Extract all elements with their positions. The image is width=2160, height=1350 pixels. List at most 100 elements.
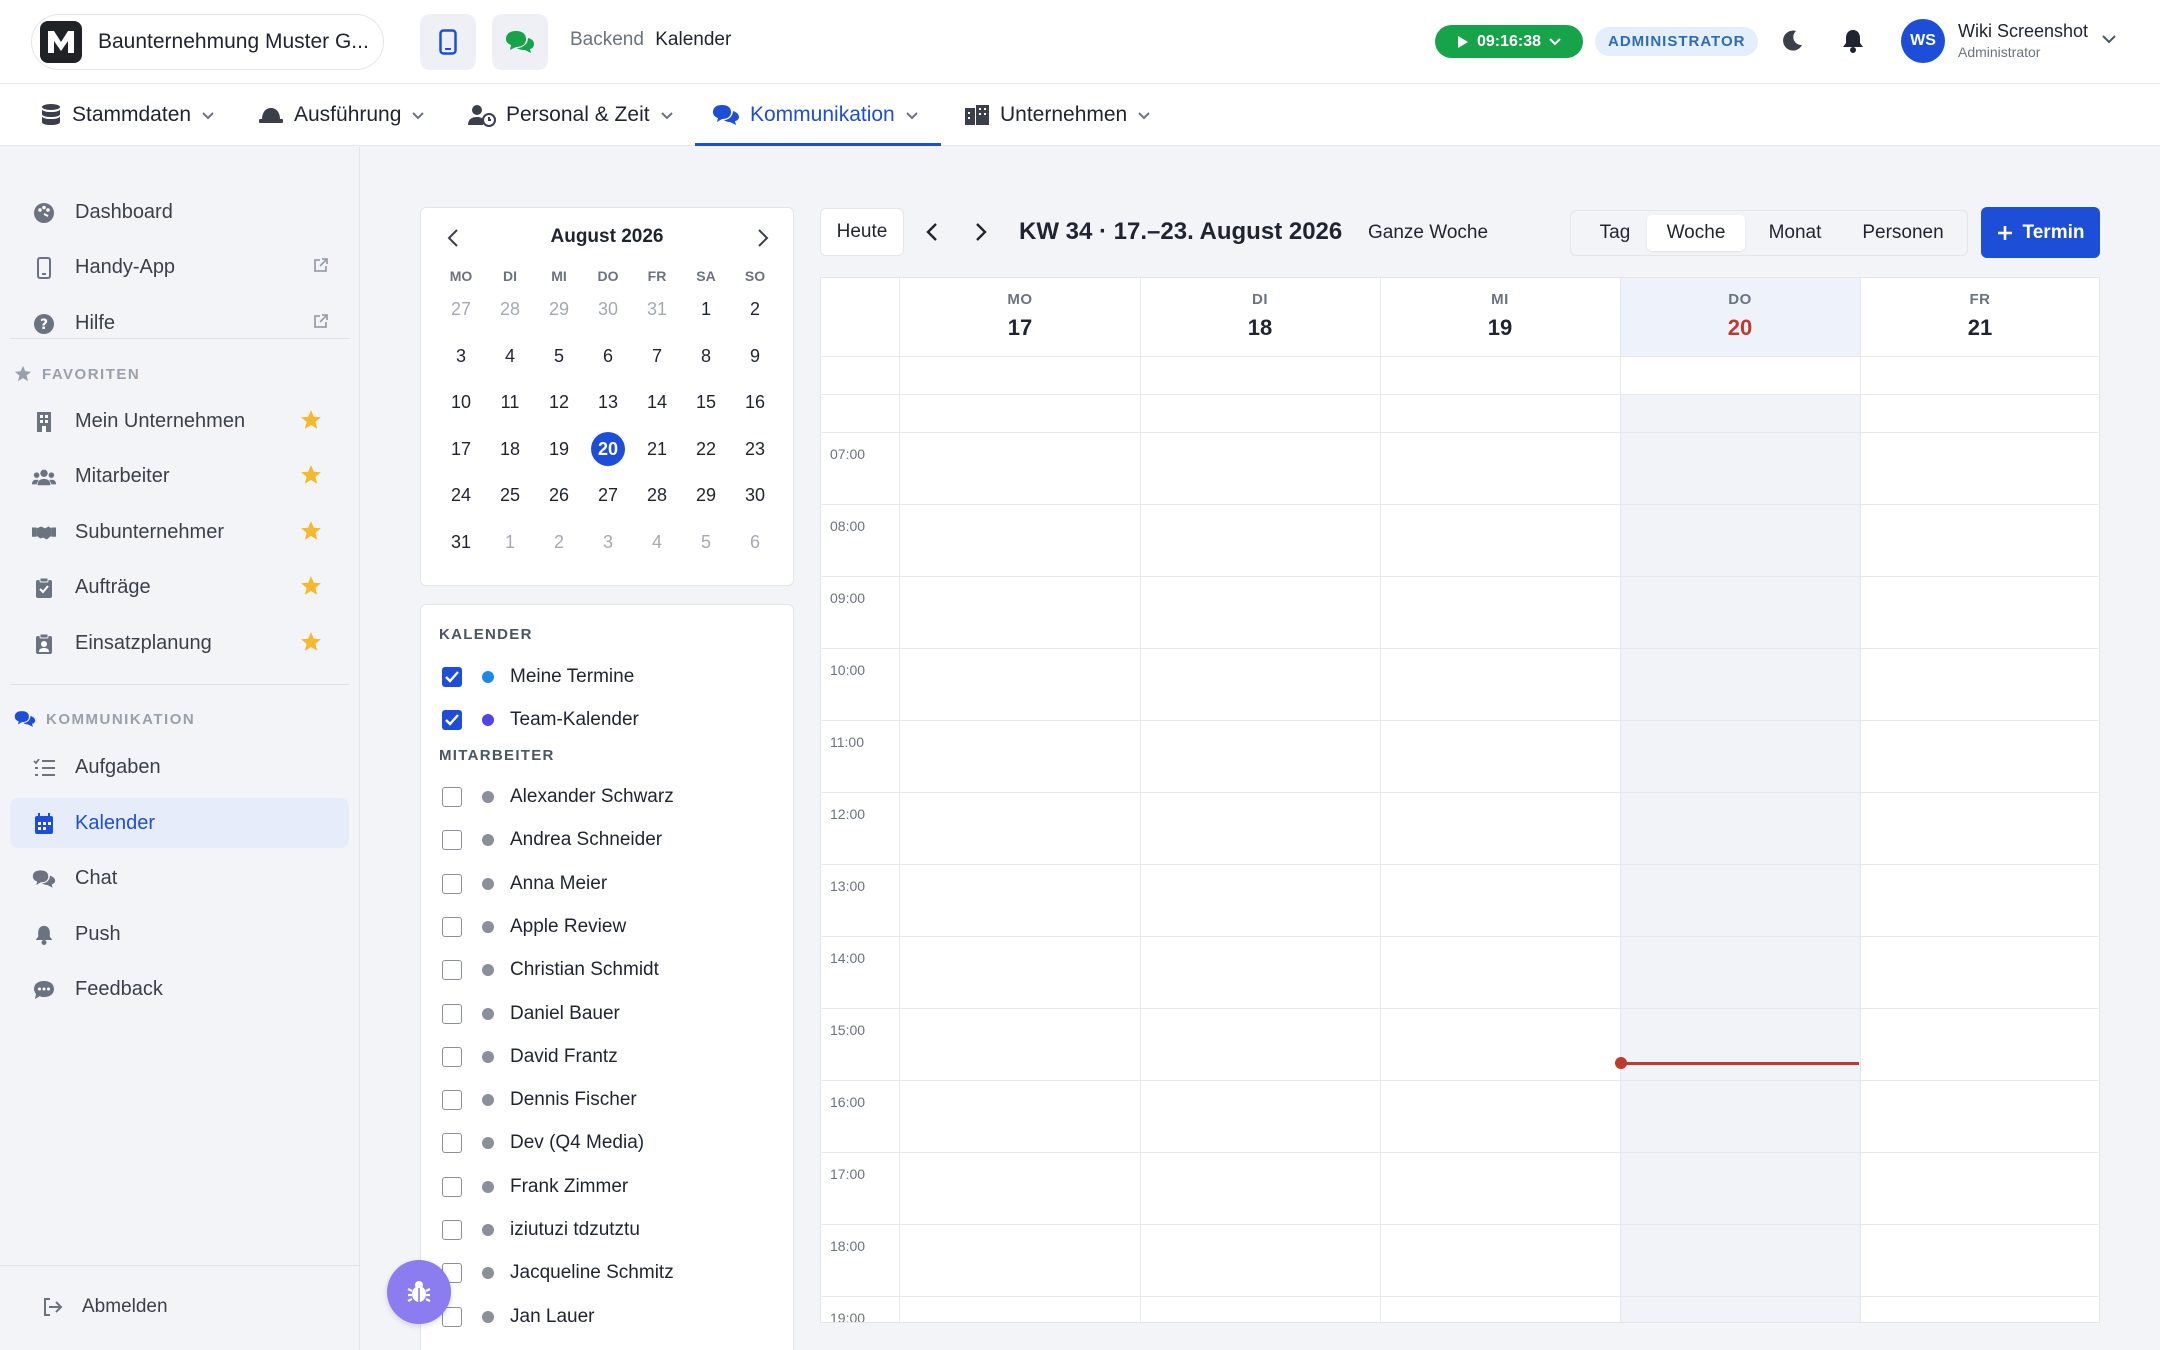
sidebar-item-push[interactable]: Push (10, 909, 349, 959)
mobile-app-button[interactable] (420, 14, 476, 70)
checkbox[interactable] (442, 1004, 462, 1024)
calendar-day[interactable]: 29 (539, 292, 579, 326)
checkbox[interactable] (442, 874, 462, 894)
calendar-day[interactable]: 9 (735, 339, 775, 373)
calendar-day[interactable]: 4 (637, 525, 677, 559)
employee-item[interactable]: Alexander Schwarz (442, 782, 674, 812)
calendar-day[interactable]: 14 (637, 385, 677, 419)
nav-personal-zeit[interactable]: Personal & Zeit (468, 84, 674, 146)
star-icon[interactable] (300, 575, 322, 597)
checkbox[interactable] (442, 1220, 462, 1240)
employee-item[interactable]: Dennis Fischer (442, 1085, 637, 1115)
calendar-item-meine-termine[interactable]: Meine Termine (442, 662, 634, 692)
calendar-day[interactable]: 1 (490, 525, 530, 559)
sidebar-item-feedback[interactable]: Feedback (10, 964, 349, 1014)
calendar-day[interactable]: 15 (686, 385, 726, 419)
employee-item[interactable]: Anna Meier (442, 869, 607, 899)
sidebar-item-mitarbeiter[interactable]: Mitarbeiter (10, 451, 349, 501)
checkbox[interactable] (442, 917, 462, 937)
logout-button[interactable]: Abmelden (42, 1296, 168, 1318)
calendar-day[interactable]: 31 (637, 292, 677, 326)
calendar-day[interactable]: 30 (735, 478, 775, 512)
checkbox[interactable] (442, 960, 462, 980)
sidebar-item-dashboard[interactable]: Dashboard (10, 187, 349, 237)
calendar-day[interactable]: 2 (735, 292, 775, 326)
calendar-day[interactable]: 11 (490, 385, 530, 419)
sidebar-item-mein-unternehmen[interactable]: Mein Unternehmen (10, 396, 349, 446)
day-header-date[interactable]: 20 (1620, 315, 1860, 341)
star-icon[interactable] (300, 631, 322, 653)
checkbox[interactable] (442, 1090, 462, 1110)
chevron-right-icon[interactable] (756, 228, 770, 248)
checkbox[interactable] (442, 710, 462, 730)
nav-stammdaten[interactable]: Stammdaten (40, 84, 215, 146)
calendar-day[interactable]: 27 (441, 292, 481, 326)
day-header-date[interactable]: 21 (1860, 315, 2099, 341)
employee-item[interactable]: David Frantz (442, 1042, 618, 1072)
calendar-day[interactable]: 16 (735, 385, 775, 419)
nav-ausfuehrung[interactable]: Ausführung (258, 84, 425, 146)
view-woche[interactable]: Woche (1647, 215, 1745, 251)
sidebar-item-auftraege[interactable]: Aufträge (10, 562, 349, 612)
calendar-item-team-kalender[interactable]: Team-Kalender (442, 705, 639, 735)
calendar-day[interactable]: 3 (588, 525, 628, 559)
day-header-date[interactable]: 19 (1380, 315, 1620, 341)
nav-kommunikation[interactable]: Kommunikation (712, 84, 919, 146)
nav-unternehmen[interactable]: Unternehmen (964, 84, 1151, 146)
moon-icon[interactable] (1779, 28, 1805, 54)
checkbox[interactable] (442, 1133, 462, 1153)
company-switcher[interactable]: Baunternehmung Muster G... (31, 14, 384, 70)
chevron-left-icon[interactable] (925, 222, 939, 242)
calendar-day[interactable]: 1 (686, 292, 726, 326)
calendar-day[interactable]: 6 (735, 525, 775, 559)
bug-report-button[interactable] (387, 1260, 451, 1324)
calendar-day[interactable]: 21 (637, 432, 677, 466)
chevron-down-icon[interactable] (2101, 34, 2117, 44)
checkbox[interactable] (442, 1177, 462, 1197)
calendar-day[interactable]: 22 (686, 432, 726, 466)
star-icon[interactable] (300, 409, 322, 431)
calendar-day[interactable]: 17 (441, 432, 481, 466)
full-week-toggle[interactable]: Ganze Woche (1368, 222, 1488, 244)
calendar-day[interactable]: 24 (441, 478, 481, 512)
selected-day[interactable]: 20 (591, 432, 625, 466)
employee-item[interactable]: Jacqueline Schmitz (442, 1258, 674, 1288)
employee-item[interactable]: Andrea Schneider (442, 825, 662, 855)
calendar-day[interactable]: 30 (588, 292, 628, 326)
sidebar-item-aufgaben[interactable]: Aufgaben (10, 742, 349, 792)
employee-item[interactable]: Christian Schmidt (442, 955, 659, 985)
add-appointment-button[interactable]: Termin (1981, 207, 2100, 258)
chevron-right-icon[interactable] (974, 222, 988, 242)
calendar-day[interactable]: 26 (539, 478, 579, 512)
sidebar-item-subunternehmer[interactable]: Subunternehmer (10, 507, 349, 557)
day-header-date[interactable]: 17 (900, 315, 1140, 341)
view-tag[interactable]: Tag (1577, 215, 1653, 251)
sidebar-item-einsatzplanung[interactable]: Einsatzplanung (10, 618, 349, 668)
employee-item[interactable]: Daniel Bauer (442, 999, 620, 1029)
checkbox[interactable] (442, 1047, 462, 1067)
checkbox[interactable] (442, 667, 462, 687)
employee-item[interactable]: Jan Lauer (442, 1302, 595, 1332)
breadcrumb-backend[interactable]: Backend (570, 29, 644, 50)
employee-item[interactable]: iziutuzi tdzutztu (442, 1215, 640, 1245)
employee-item[interactable]: Apple Review (442, 912, 626, 942)
sidebar-item-kalender[interactable]: Kalender (10, 798, 349, 848)
user-name[interactable]: Wiki Screenshot (1958, 21, 2088, 42)
today-button[interactable]: Heute (820, 208, 904, 256)
calendar-day[interactable]: 10 (441, 385, 481, 419)
calendar-day[interactable]: 28 (490, 292, 530, 326)
calendar-day[interactable]: 27 (588, 478, 628, 512)
calendar-day[interactable]: 5 (539, 339, 579, 373)
calendar-day[interactable]: 25 (490, 478, 530, 512)
calendar-day[interactable]: 2 (539, 525, 579, 559)
calendar-day[interactable]: 29 (686, 478, 726, 512)
day-header-date[interactable]: 18 (1140, 315, 1380, 341)
calendar-day[interactable]: 31 (441, 525, 481, 559)
sidebar-item-hilfe[interactable]: ? Hilfe (10, 298, 349, 348)
calendar-day[interactable]: 28 (637, 478, 677, 512)
chat-button[interactable] (492, 14, 548, 70)
calendar-day[interactable]: 13 (588, 385, 628, 419)
calendar-day[interactable]: 7 (637, 339, 677, 373)
calendar-day[interactable]: 8 (686, 339, 726, 373)
calendar-day[interactable]: 12 (539, 385, 579, 419)
